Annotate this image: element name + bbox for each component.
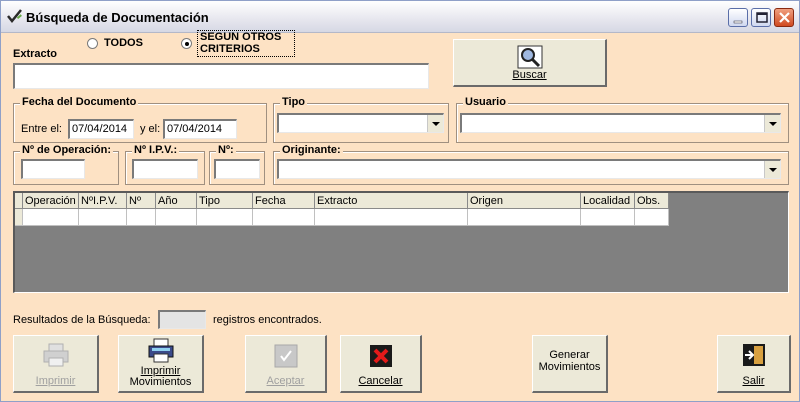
table-cell[interactable] — [23, 209, 79, 226]
column-header[interactable]: Operación — [23, 193, 79, 209]
column-header[interactable]: Nº — [127, 193, 156, 209]
todos-radio-label: TODOS — [104, 37, 143, 49]
table-cell[interactable] — [581, 209, 635, 226]
column-header[interactable]: NºI.P.V. — [79, 193, 127, 209]
segun-otros-criterios-radio[interactable] — [181, 38, 192, 49]
nro-operacion-label: Nº de Operación: — [20, 144, 113, 156]
column-header[interactable]: Origen — [468, 193, 581, 209]
chevron-down-icon[interactable] — [764, 161, 780, 178]
search-documentation-window: Búsqueda de Documentación Extracto TODOS… — [0, 0, 800, 402]
fecha-from-input[interactable]: 07/04/2014 — [68, 119, 134, 139]
row-selector-header — [15, 193, 23, 209]
extracto-input[interactable] — [13, 63, 429, 89]
printer-disabled-icon — [43, 343, 68, 367]
fecha-to-input[interactable]: 07/04/2014 — [163, 119, 237, 139]
column-header[interactable]: Año — [156, 193, 197, 209]
generar-movimientos-button[interactable]: Generar Movimientos — [532, 335, 608, 393]
chevron-down-icon[interactable] — [427, 115, 443, 132]
printer-icon — [148, 338, 173, 363]
nro-input[interactable] — [214, 159, 260, 179]
tipo-select[interactable] — [277, 113, 444, 133]
imprimir-movimientos-button[interactable]: Imprimir Movimientos — [118, 335, 204, 393]
red-x-icon — [369, 345, 392, 367]
table-cell[interactable] — [468, 209, 581, 226]
column-header[interactable]: Fecha — [253, 193, 315, 209]
table-cell[interactable] — [635, 209, 669, 226]
nro-ipv-input[interactable] — [132, 159, 198, 179]
results-grid[interactable]: Operación NºI.P.V. Nº Año Tipo Fecha Extracto O… — [13, 191, 789, 293]
results-suffix: registros encontrados. — [213, 314, 322, 326]
fecha-from-label: Entre el: — [21, 123, 62, 135]
todos-radio[interactable] — [87, 38, 98, 49]
maximize-button[interactable] — [751, 8, 771, 27]
grid-header: Operación NºI.P.V. Nº Año Tipo Fecha Extracto O… — [15, 193, 669, 209]
close-icon — [779, 12, 790, 23]
close-button[interactable] — [774, 8, 794, 27]
originante-label: Originante: — [280, 144, 343, 156]
nro-operacion-input[interactable] — [21, 159, 85, 179]
maximize-icon — [756, 12, 768, 23]
checkmark-pencil-icon — [7, 9, 22, 23]
table-cell[interactable] — [127, 209, 156, 226]
buscar-button[interactable]: Buscar — [453, 39, 607, 87]
segun-otros-criterios-label: SEGUN OTROS CRITERIOS — [197, 30, 295, 57]
tipo-label: Tipo — [280, 96, 308, 108]
table-cell[interactable] — [156, 209, 197, 226]
salir-button[interactable]: Salir — [717, 335, 791, 393]
table-row[interactable] — [15, 209, 669, 226]
table-cell[interactable] — [253, 209, 315, 226]
column-header[interactable]: Obs. — [635, 193, 669, 209]
table-cell[interactable] — [197, 209, 253, 226]
magnifier-search-icon — [517, 45, 542, 69]
usuario-select[interactable] — [460, 113, 781, 133]
column-header[interactable]: Localidad — [581, 193, 635, 209]
row-selector[interactable] — [15, 209, 23, 226]
window-title: Búsqueda de Documentación — [26, 10, 209, 25]
results-count-field — [158, 310, 206, 329]
column-header[interactable]: Extracto — [315, 193, 468, 209]
chevron-down-icon[interactable] — [764, 115, 780, 132]
cancelar-button[interactable]: Cancelar — [340, 335, 422, 393]
title-bar: Búsqueda de Documentación — [1, 1, 799, 33]
extracto-label: Extracto — [13, 48, 58, 60]
nro-label: Nº: — [216, 144, 236, 156]
minimize-button[interactable] — [728, 8, 748, 27]
originante-select[interactable] — [277, 159, 781, 179]
aceptar-button[interactable]: Aceptar — [245, 335, 327, 393]
results-label: Resultados de la Búsqueda: — [13, 314, 151, 326]
table-cell[interactable] — [79, 209, 127, 226]
exit-door-icon — [742, 344, 765, 366]
fecha-documento-title: Fecha del Documento — [20, 96, 139, 108]
fecha-to-label: y el: — [140, 123, 161, 135]
column-header[interactable]: Tipo — [197, 193, 253, 209]
imprimir-button[interactable]: Imprimir — [13, 335, 99, 393]
usuario-label: Usuario — [463, 96, 508, 108]
check-disabled-icon — [274, 344, 297, 368]
table-cell[interactable] — [315, 209, 468, 226]
nro-ipv-label: Nº I.P.V.: — [132, 144, 180, 156]
minimize-icon — [733, 20, 743, 24]
